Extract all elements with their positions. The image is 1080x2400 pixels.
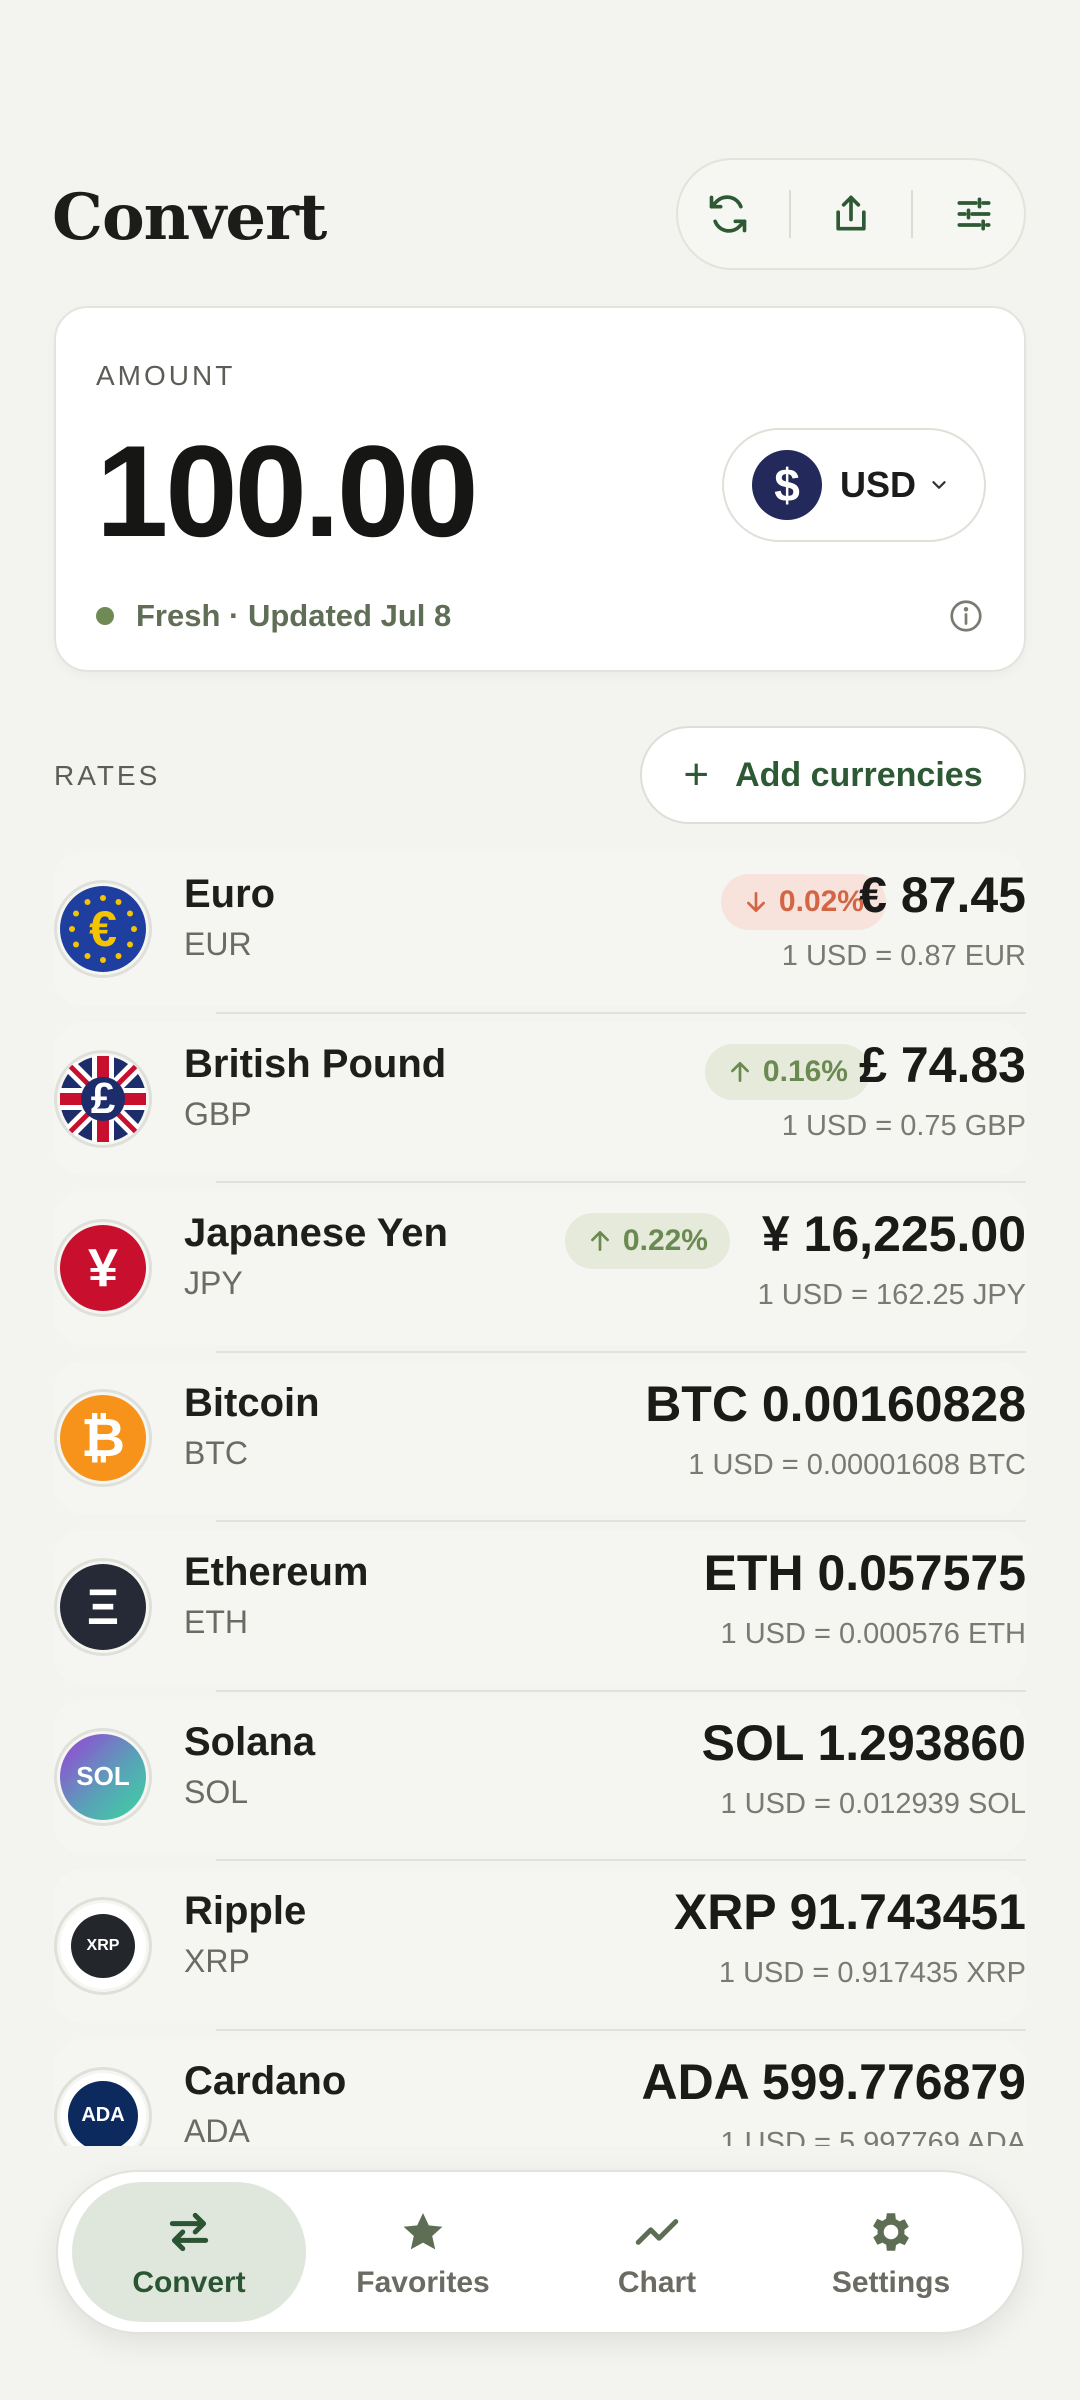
arrow-down-icon (746, 891, 765, 913)
rate-row-eur[interactable]: € Euro EUR 0.02% € 87.45 1 USD = 0.87 EU… (0, 844, 1080, 1014)
exchange-rate: 1 USD = 0.000576 ETH (720, 1618, 1026, 1650)
currency-code: ADA (184, 2112, 250, 2147)
ethereum-icon: Ξ (54, 1558, 152, 1656)
currency-code: ETH (184, 1604, 248, 1640)
divider (911, 190, 914, 238)
amount-input[interactable]: 100.00 (96, 416, 479, 566)
currency-name: Bitcoin (184, 1380, 320, 1425)
bitcoin-icon: ₿ (54, 1388, 152, 1487)
gear-icon (873, 2213, 909, 2251)
rates-label: RATES (54, 760, 161, 791)
base-currency-code: USD (840, 464, 917, 505)
divider (788, 190, 791, 238)
rate-row-sol[interactable]: SOL Solana SOL SOL 1.293860 1 USD = 0.01… (0, 1692, 1080, 1861)
converted-value: ¥ 16,225.00 (761, 1206, 1026, 1262)
rate-row-jpy[interactable]: ¥ Japanese Yen JPY 0.22% ¥ 16,225.00 1 U… (0, 1183, 1080, 1353)
amount-label: AMOUNT (96, 360, 236, 391)
status-text: Fresh · Updated Jul 8 (136, 598, 452, 633)
rate-status: Fresh · Updated Jul 8 (96, 598, 451, 634)
header-actions (676, 158, 1026, 270)
uk-flag-icon: £ (54, 1049, 152, 1148)
converted-value: SOL 1.293860 (701, 1714, 1026, 1771)
currency-name: Euro (184, 872, 276, 916)
usd-flag-icon: $ (752, 450, 822, 520)
currency-code: XRP (184, 1943, 250, 1979)
currency-symbol: $ (774, 459, 800, 511)
currency-name: Ripple (184, 1889, 307, 1933)
share-button[interactable] (811, 174, 891, 254)
yen-icon: ¥ (54, 1219, 152, 1317)
rate-row-gbp[interactable]: £ British Pound GBP 0.16% £ 74.83 1 USD … (0, 1014, 1080, 1183)
converted-value: € 87.45 (859, 867, 1026, 923)
arrow-up-icon (730, 1061, 749, 1082)
change-badge: 0.22% (564, 1213, 730, 1269)
refresh-icon (709, 195, 747, 233)
base-currency-selector[interactable]: $ USD (722, 428, 986, 542)
rates-list[interactable]: € Euro EUR 0.02% € 87.45 1 USD = 0.87 EU… (0, 844, 1080, 2146)
converted-value: XRP 91.743451 (673, 1884, 1026, 1940)
exchange-rate: 1 USD = 162.25 JPY (757, 1279, 1026, 1311)
sliders-icon (957, 197, 991, 231)
currency-code: JPY (184, 1265, 243, 1301)
exchange-rate: 1 USD = 0.917435 XRP (718, 1957, 1026, 1989)
trend-icon (635, 2219, 679, 2245)
currency-name: Japanese Yen (184, 1211, 448, 1255)
nav-chart[interactable]: Chart (540, 2182, 774, 2322)
currency-name: Ethereum (184, 1550, 369, 1594)
currency-name: Cardano (184, 2058, 347, 2103)
currency-code: BTC (184, 1434, 248, 1471)
nav-label: Convert (132, 2266, 246, 2299)
exchange-rate: 1 USD = 0.75 GBP (781, 1109, 1026, 1142)
nav-favorites[interactable]: Favorites (306, 2182, 540, 2322)
exchange-rate: 1 USD = 0.012939 SOL (720, 1787, 1026, 1820)
add-currencies-label: Add currencies (735, 755, 983, 794)
rate-row-xrp[interactable]: XRP Ripple XRP XRP 91.743451 1 USD = 0.9… (0, 1861, 1080, 2031)
add-currencies-button[interactable]: + Add currencies (640, 726, 1026, 824)
exchange-rate: 1 USD = 0.00001608 BTC (688, 1448, 1026, 1481)
converted-value: £ 74.83 (859, 1036, 1026, 1093)
filter-button[interactable] (934, 174, 1014, 254)
nav-settings[interactable]: Settings (774, 2182, 1008, 2322)
info-icon[interactable] (948, 598, 984, 634)
converted-value: ADA 599.776879 (641, 2053, 1026, 2110)
converted-value: ETH 0.057575 (703, 1545, 1026, 1601)
nav-label: Chart (617, 2266, 697, 2299)
swap-icon (169, 2212, 209, 2252)
status-dot (96, 607, 114, 625)
nav-label: Settings (831, 2266, 951, 2299)
star-icon (403, 2213, 443, 2250)
currency-code: SOL (184, 1773, 249, 1810)
exchange-rate: 1 USD = 0.87 EUR (781, 940, 1026, 972)
exchange-rate: 1 USD = 5.997769 ADA (720, 2126, 1026, 2147)
converted-value: BTC 0.00160828 (645, 1375, 1026, 1432)
rate-row-btc[interactable]: ₿ Bitcoin BTC BTC 0.00160828 1 USD = 0.0… (0, 1353, 1080, 1522)
solana-icon: SOL (54, 1727, 152, 1826)
change-badge: 0.16% (704, 1043, 870, 1100)
currency-code: EUR (184, 926, 252, 962)
plus-icon: + (683, 750, 710, 799)
page-title: Convert (52, 180, 327, 255)
chevron-down-icon (932, 481, 946, 489)
euro-flag-icon: € (54, 880, 152, 978)
nav-label: Favorites (356, 2266, 490, 2299)
amount-card: AMOUNT 100.00 $ USD Fresh · Updated Jul … (54, 306, 1026, 672)
arrow-up-icon (590, 1230, 609, 1252)
refresh-button[interactable] (688, 174, 768, 254)
share-icon (836, 195, 866, 231)
bottom-nav: Convert Favorites Chart Settings (56, 2170, 1024, 2334)
nav-convert[interactable]: Convert (72, 2182, 306, 2322)
currency-code: GBP (184, 1095, 252, 1132)
rate-row-eth[interactable]: Ξ Ethereum ETH ETH 0.057575 1 USD = 0.00… (0, 1522, 1080, 1692)
currency-name: British Pound (184, 1041, 447, 1086)
currency-name: Solana (184, 1719, 316, 1764)
ripple-icon: XRP (54, 1897, 152, 1995)
rate-row-ada[interactable]: ADA Cardano ADA ADA 599.776879 1 USD = 5… (0, 2031, 1080, 2147)
